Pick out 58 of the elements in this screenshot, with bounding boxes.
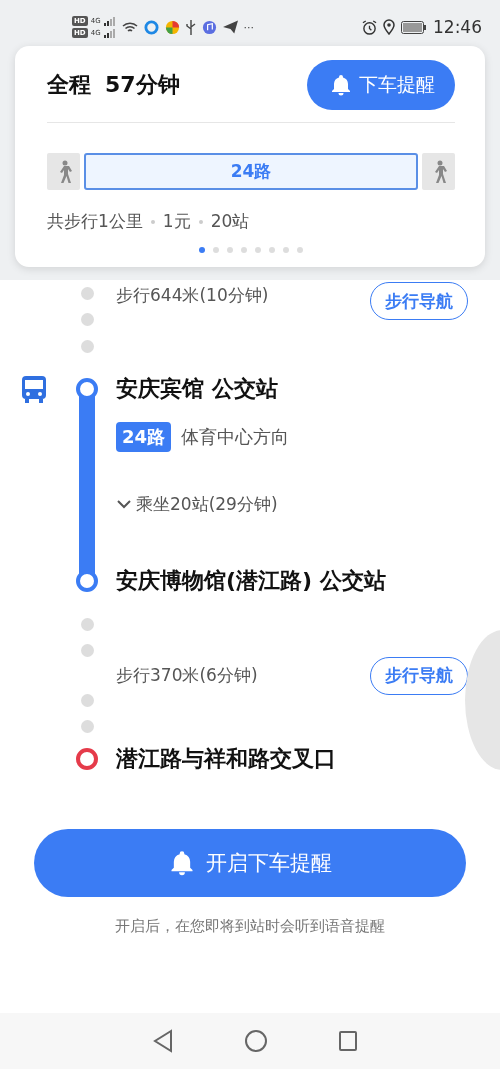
reminder-hint: 开启后，在您即将到站时会听到语音提醒	[114, 917, 386, 936]
app-icon	[143, 19, 159, 35]
station-node	[76, 378, 98, 400]
home-icon[interactable]	[244, 1029, 268, 1053]
walk-path-dot	[80, 644, 94, 657]
signal-icon	[103, 16, 116, 26]
walk-path-dot	[80, 313, 94, 327]
pager-dot[interactable]	[227, 247, 233, 253]
signal-icon	[103, 28, 116, 38]
destination-marker	[76, 748, 98, 770]
bus-icon	[19, 374, 49, 404]
chevron-icon	[116, 498, 132, 510]
recents-icon[interactable]	[338, 1030, 358, 1052]
pager-dot[interactable]	[283, 247, 289, 253]
pager-dot[interactable]	[213, 247, 219, 253]
enable-reminder-button[interactable]: 开启下车提醒	[34, 829, 466, 897]
separator-dot	[150, 219, 155, 224]
bell-icon	[329, 73, 353, 97]
station-node	[76, 570, 98, 592]
trip-duration: 57分钟	[105, 71, 180, 99]
separator-dot	[198, 219, 203, 224]
station-name: 安庆宾馆 公交站	[116, 375, 278, 403]
walk-info: 步行644米(10分钟)	[116, 284, 269, 307]
pager-dot[interactable]	[269, 247, 275, 253]
send-icon	[222, 20, 238, 34]
walk-path-dot	[80, 720, 94, 733]
route-direction: 体育中心方向	[181, 425, 290, 449]
alight-reminder-button[interactable]: 下车提醒	[307, 60, 455, 110]
trip-label: 全程	[47, 71, 91, 99]
pager-dot[interactable]	[241, 247, 247, 253]
location-icon	[383, 19, 395, 35]
alarm-icon	[362, 19, 377, 35]
route-badge: 24路	[116, 422, 172, 452]
walk-navigation-button[interactable]: 步行导航	[370, 656, 468, 695]
trip-fact: 1元	[162, 210, 191, 233]
destination-name: 潜江路与祥和路交叉口	[116, 745, 336, 773]
walk-path-dot	[80, 618, 94, 631]
trip-fact: 共步行1公里	[47, 210, 143, 233]
clock-time: 12:46	[433, 17, 482, 37]
walk-path-dot	[80, 340, 94, 354]
pager-dot[interactable]	[199, 247, 205, 253]
pager-dot[interactable]	[255, 247, 261, 253]
walk-path-dot	[80, 694, 94, 707]
app-icon	[164, 19, 180, 35]
station-name: 安庆博物馆(潜江路) 公交站	[116, 567, 386, 595]
walk-info: 步行370米(6分钟)	[116, 664, 258, 687]
walk-path-dot	[80, 286, 94, 300]
bus-segment: 24路	[84, 153, 418, 190]
walk-navigation-button[interactable]: 步行导航	[370, 282, 468, 320]
pager-dot[interactable]	[297, 247, 303, 253]
usb-icon	[185, 19, 196, 35]
ride-stops-toggle[interactable]: 乘坐20站(29分钟)	[116, 492, 278, 516]
music-icon	[201, 19, 217, 35]
wifi-icon	[121, 20, 138, 34]
back-icon[interactable]	[152, 1029, 174, 1053]
battery-icon	[401, 20, 427, 34]
trip-fact: 20站	[210, 210, 250, 233]
more-notifications: ···	[243, 20, 255, 34]
